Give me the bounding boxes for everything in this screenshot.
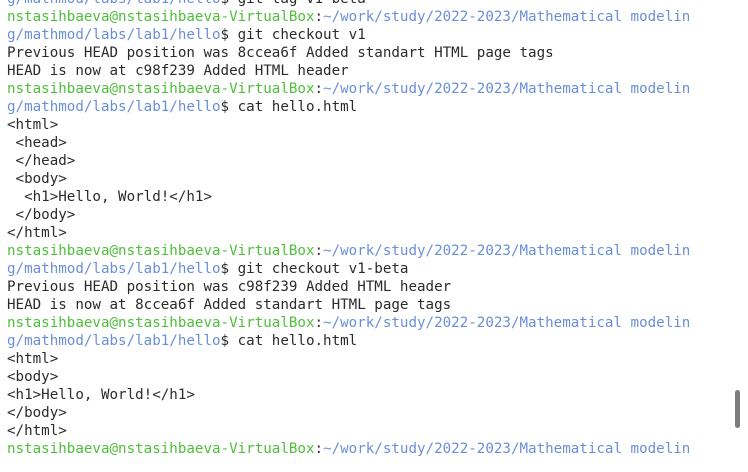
command-text: $ cat hello.html: [220, 99, 358, 115]
output-text: </html>: [7, 423, 67, 439]
output-text: </head>: [7, 153, 76, 169]
prompt-path-continued: g/mathmod/labs/lab1/hello: [7, 99, 221, 115]
command-line: g/mathmod/labs/lab1/hello$ cat hello.htm…: [0, 98, 748, 116]
output-text: Previous HEAD position was 8ccea6f Added…: [7, 45, 554, 61]
prompt-line: nstasihbaeva@nstasihbaeva-VirtualBox:~/w…: [0, 314, 748, 332]
prompt-user: nstasihbaeva@nstasihbaeva-VirtualBox: [7, 441, 315, 457]
command-line: g/mathmod/labs/lab1/hello$ git checkout …: [0, 26, 748, 44]
prompt-user: nstasihbaeva@nstasihbaeva-VirtualBox: [7, 315, 315, 331]
output-line: </html>: [0, 224, 748, 242]
command-text: $ git tag v1-beta: [221, 0, 366, 7]
output-text: HEAD is now at 8ccea6f Added standart HT…: [7, 297, 452, 313]
terminal-scrollbar[interactable]: [735, 390, 740, 428]
output-line: </body>: [0, 206, 748, 224]
output-line: </html>: [0, 422, 748, 440]
output-line: </head>: [0, 152, 748, 170]
prompt-separator: :: [314, 243, 324, 259]
prompt-separator: :: [314, 315, 324, 331]
command-line: g/mathmod/labs/lab1/hello$ cat hello.htm…: [0, 332, 748, 350]
output-text: <html>: [7, 351, 59, 367]
output-text: Previous HEAD position was c98f239 Added…: [7, 279, 452, 295]
prompt-line: nstasihbaeva@nstasihbaeva-VirtualBox:~/w…: [0, 8, 748, 26]
output-text: </body>: [7, 405, 67, 421]
prompt-path: ~/work/study/2022-2023/Mathematical mode…: [323, 315, 691, 331]
output-text: <head>: [7, 135, 67, 151]
output-line: HEAD is now at c98f239 Added HTML header: [0, 62, 748, 80]
command-text: $ cat hello.html: [220, 333, 358, 349]
output-line: Previous HEAD position was c98f239 Added…: [0, 278, 748, 296]
prompt-line: nstasihbaeva@nstasihbaeva-VirtualBox:~/w…: [0, 242, 748, 260]
output-text: <html>: [7, 117, 59, 133]
prompt-separator: :: [314, 441, 324, 457]
prompt-path-continued: g/mathmod/labs/lab1/hello: [7, 261, 221, 277]
prompt-line: nstasihbaeva@nstasihbaeva-VirtualBox:~/w…: [0, 80, 748, 98]
prompt-separator: :: [314, 81, 324, 97]
output-line: <html>: [0, 350, 748, 368]
terminal-output[interactable]: g/mathmod/labs/lab1/hello$ git tag v1-be…: [0, 0, 748, 472]
prompt-separator: :: [314, 9, 324, 25]
output-text: HEAD is now at c98f239 Added HTML header: [7, 63, 349, 79]
output-text: <h1>Hello, World!</h1>: [7, 189, 212, 205]
prompt-line: nstasihbaeva@nstasihbaeva-VirtualBox:~/w…: [0, 440, 748, 458]
output-line: <html>: [0, 116, 748, 134]
prompt-user: nstasihbaeva@nstasihbaeva-VirtualBox: [7, 243, 315, 259]
prompt-path-continued: g/mathmod/labs/lab1/hello: [7, 27, 221, 43]
prompt-user: nstasihbaeva@nstasihbaeva-VirtualBox: [7, 81, 315, 97]
output-line: <h1>Hello, World!</h1>: [0, 386, 748, 404]
prompt-path: ~/work/study/2022-2023/Mathematical mode…: [323, 441, 691, 457]
prompt-path-continued: g/mathmod/labs/lab1/hello: [7, 0, 221, 7]
output-line: <h1>Hello, World!</h1>: [0, 188, 748, 206]
command-line: g/mathmod/labs/lab1/hello$ git checkout …: [0, 260, 748, 278]
command-text: $ git checkout v1: [220, 27, 366, 43]
output-text: </body>: [7, 207, 76, 223]
output-line: </body>: [0, 404, 748, 422]
output-line: <body>: [0, 368, 748, 386]
prompt-path: ~/work/study/2022-2023/Mathematical mode…: [323, 81, 691, 97]
output-text: <body>: [7, 171, 67, 187]
output-text: <body>: [7, 369, 59, 385]
output-line: <body>: [0, 170, 748, 188]
prompt-user: nstasihbaeva@nstasihbaeva-VirtualBox: [7, 9, 315, 25]
prompt-path-continued: g/mathmod/labs/lab1/hello: [7, 333, 221, 349]
output-text: </html>: [7, 225, 67, 241]
prompt-path: ~/work/study/2022-2023/Mathematical mode…: [323, 243, 691, 259]
command-line: g/mathmod/labs/lab1/hello$ git tag v1-be…: [0, 0, 748, 8]
command-text: $ git checkout v1-beta: [220, 261, 409, 277]
output-text: <h1>Hello, World!</h1>: [7, 387, 195, 403]
prompt-path: ~/work/study/2022-2023/Mathematical mode…: [323, 9, 691, 25]
output-line: Previous HEAD position was 8ccea6f Added…: [0, 44, 748, 62]
output-line: HEAD is now at 8ccea6f Added standart HT…: [0, 296, 748, 314]
output-line: <head>: [0, 134, 748, 152]
